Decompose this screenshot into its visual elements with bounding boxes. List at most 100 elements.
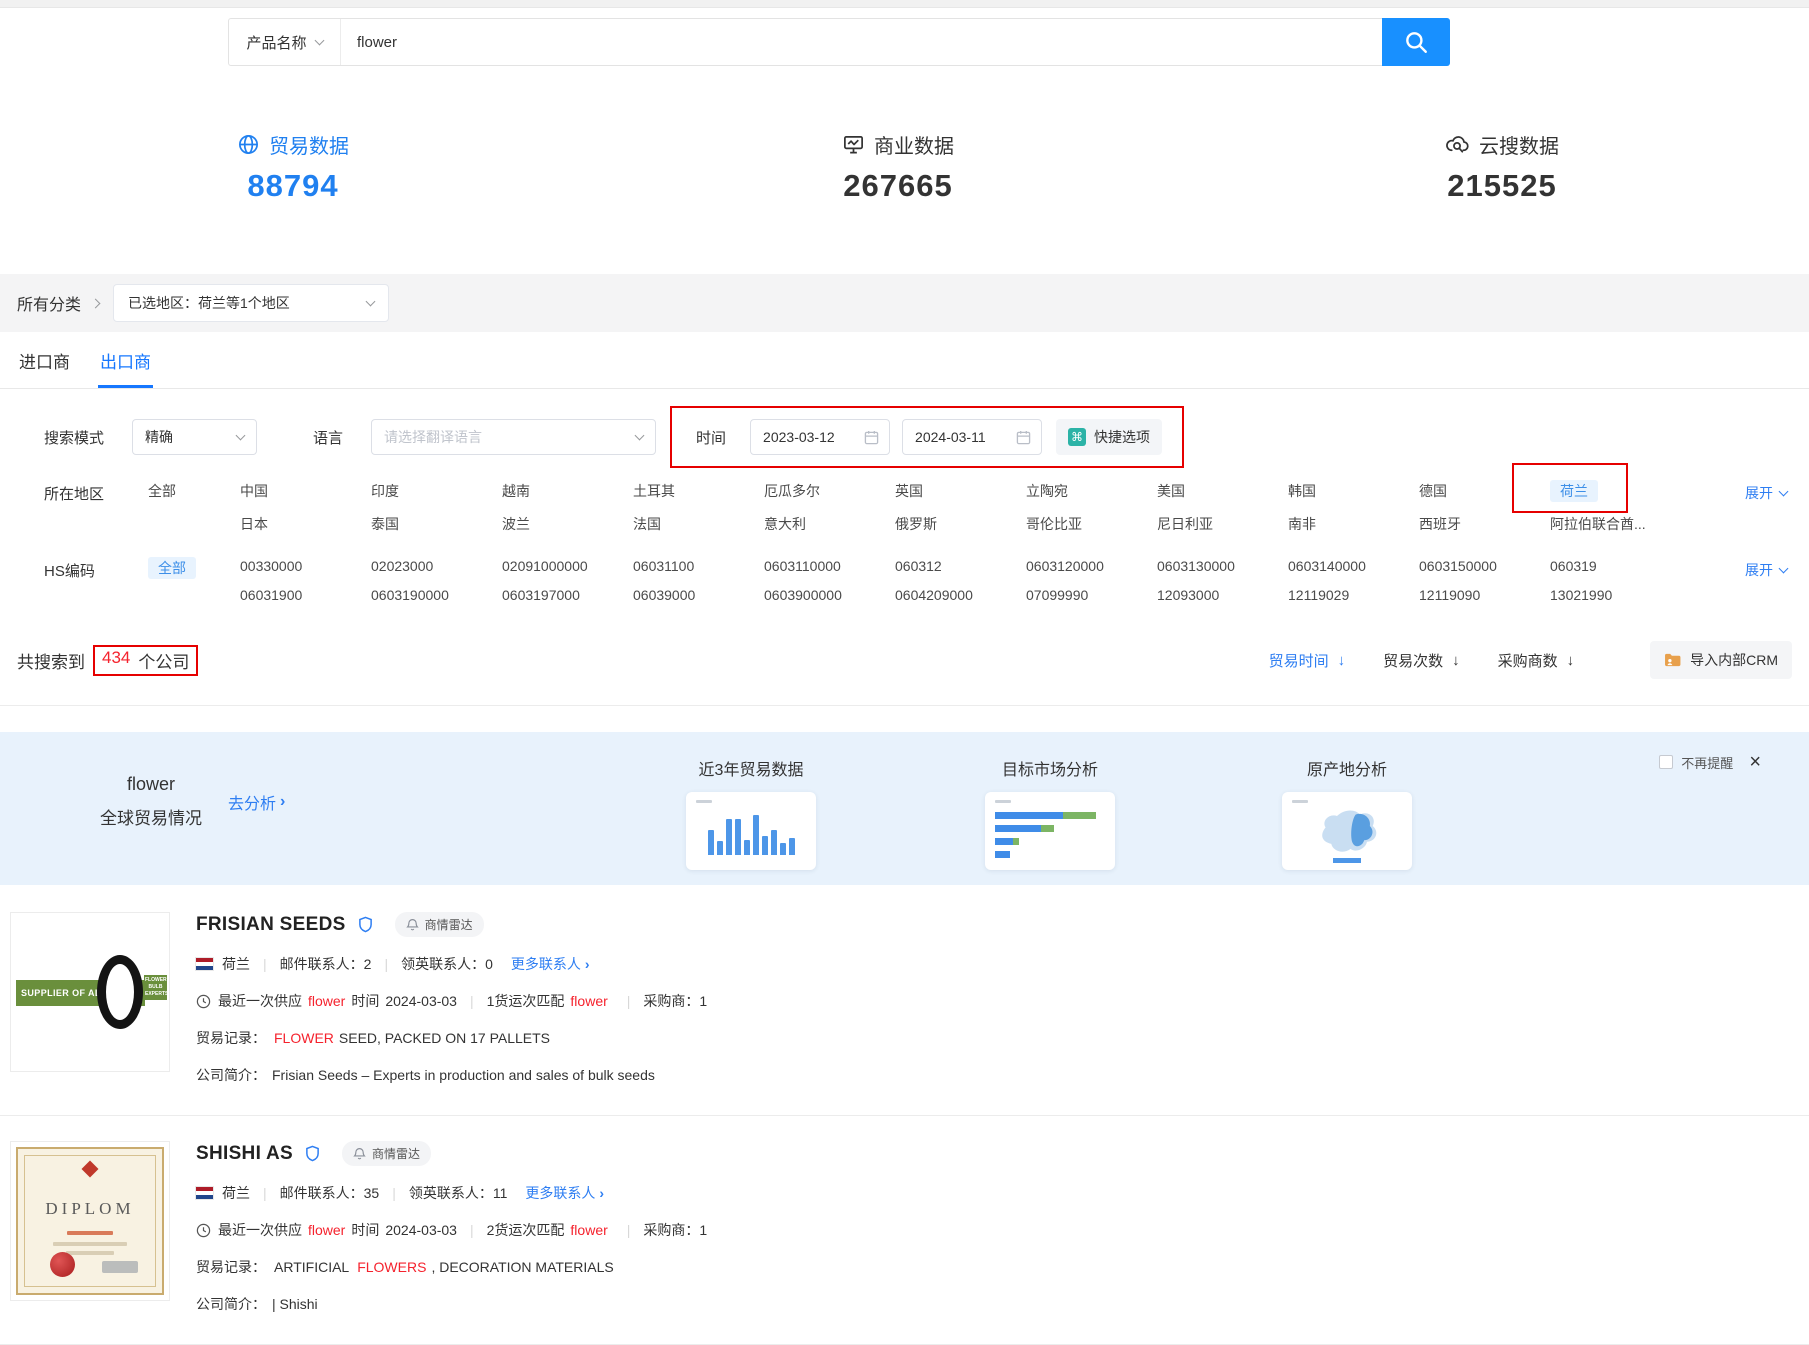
region-chip[interactable]: 印度 [371,481,399,501]
search-icon [1403,29,1429,55]
hbar-chart-thumbnail [985,792,1115,870]
hs-chip[interactable]: 06031100 [633,558,694,574]
hs-chip[interactable]: 0603197000 [502,587,580,603]
hs-chip[interactable]: 06039000 [633,587,695,603]
stat-trade-data[interactable]: 贸易数据 88794 [143,130,443,204]
import-crm-button[interactable]: 导入内部CRM [1650,641,1792,679]
hs-chip[interactable]: 12119029 [1288,587,1349,603]
region-chip[interactable]: 立陶宛 [1026,481,1068,501]
region-chip[interactable]: 日本 [240,514,268,534]
date-from-input[interactable]: 2023-03-12 [750,419,890,455]
region-chip[interactable]: 哥伦比亚 [1026,514,1082,534]
language-select[interactable]: 请选择翻译语言 [371,419,656,455]
hs-chip[interactable]: 07099990 [1026,587,1088,603]
verified-shield-icon[interactable] [358,916,373,933]
tab-importer[interactable]: 进口商 [17,332,72,388]
region-chip[interactable]: 西班牙 [1419,514,1461,534]
hs-chip[interactable]: 0603130000 [1157,558,1235,574]
monitor-chart-icon [842,133,865,156]
stat-value: 88794 [143,168,443,204]
region-chip[interactable]: 尼日利亚 [1157,514,1213,534]
arrow-down-icon: ↓ [1452,652,1460,669]
hs-chip[interactable]: 0603190000 [371,587,449,603]
hs-chip[interactable]: 00330000 [240,558,302,574]
chevron-right-icon: › [585,956,590,972]
company-name[interactable]: SHISHI AS [196,1143,293,1165]
hs-chip[interactable]: 0603150000 [1419,558,1497,574]
banner-card-target-market[interactable]: 目标市场分析 [985,756,1115,870]
search-mode-select[interactable]: 精确 [132,419,257,455]
more-contacts-link[interactable]: 更多联系人 › [511,954,590,974]
tab-exporter[interactable]: 出口商 [98,332,153,388]
region-chip[interactable]: 韩国 [1288,481,1316,501]
search-input[interactable] [341,19,1382,65]
stat-business-data[interactable]: 商业数据 267665 [748,130,1048,204]
quick-options-button[interactable]: ⌘ 快捷选项 [1056,419,1162,455]
sort-trade-count[interactable]: 贸易次数 ↓ [1383,650,1460,671]
region-chip[interactable]: 德国 [1419,481,1447,501]
hs-chip[interactable]: 02023000 [371,558,433,574]
verified-shield-icon[interactable] [305,1145,320,1162]
region-chip[interactable]: 厄瓜多尔 [764,481,820,501]
region-chip-all[interactable]: 全部 [148,483,176,499]
calendar-icon [864,430,879,445]
hs-chip[interactable]: 0604209000 [895,587,973,603]
wax-seal-icon [50,1252,75,1277]
company-contacts-line: 荷兰 | 邮件联系人：2 | 领英联系人：0 更多联系人 › [196,954,707,974]
hs-chip[interactable]: 02091000000 [502,558,588,574]
netherlands-flag-icon [196,958,213,970]
region-chip[interactable]: 法国 [633,514,661,534]
time-filter-group: 时间 2023-03-12 2024-03-11 ⌘ 快捷选项 [696,419,1162,455]
sort-buyer-count[interactable]: 采购商数 ↓ [1498,650,1575,671]
sort-trade-time[interactable]: 贸易时间 ↓ [1269,650,1346,671]
selected-region-dropdown[interactable]: 已选地区：荷兰等1个地区 [113,284,389,322]
region-chip[interactable]: 意大利 [764,514,806,534]
stat-cloud-search-data[interactable]: 云搜数据 215525 [1352,130,1652,204]
region-chip[interactable]: 中国 [240,481,268,501]
company-name[interactable]: FRISIAN SEEDS [196,914,346,936]
hs-chip[interactable]: 0603120000 [1026,558,1104,574]
region-chip[interactable]: 波兰 [502,514,530,534]
hs-chip[interactable]: 060312 [895,558,942,574]
date-to-input[interactable]: 2024-03-11 [902,419,1042,455]
banner-card-origin[interactable]: 原产地分析 [1282,756,1412,870]
all-categories-link[interactable]: 所有分类 [17,291,99,315]
search-button[interactable] [1382,18,1450,66]
dont-remind-checkbox[interactable] [1659,755,1673,769]
region-chip[interactable]: 美国 [1157,481,1185,501]
hs-chip[interactable]: 0603110000 [764,558,841,574]
hs-chip[interactable]: 0603140000 [1288,558,1366,574]
region-chip[interactable]: 南非 [1288,514,1316,534]
hs-chip[interactable]: 0603900000 [764,587,842,603]
more-contacts-link[interactable]: 更多联系人 › [525,1183,604,1203]
hs-chip[interactable]: 12093000 [1157,587,1219,603]
region-chip-selected[interactable]: 荷兰 [1550,480,1598,502]
go-analyze-link[interactable]: 去分析 › [228,790,285,814]
hs-expand-link[interactable]: 展开 [1745,560,1787,580]
banner-card-trade-history[interactable]: 近3年贸易数据 [686,756,816,870]
close-icon[interactable]: × [1749,752,1761,772]
chevron-down-icon [635,430,645,440]
company-profile-line: 公司简介： | Shishi [196,1294,707,1314]
stats-row: 贸易数据 88794 商业数据 267665 云搜数据 215525 [0,130,1809,204]
region-chip[interactable]: 越南 [502,481,530,501]
business-radar-badge[interactable]: 商情雷达 [395,912,484,937]
region-expand-link[interactable]: 展开 [1745,483,1787,503]
page-top-strip [0,0,1809,8]
region-chip[interactable]: 阿拉伯联合酋... [1550,514,1646,534]
hs-chip[interactable]: 060319 [1550,558,1597,574]
region-chip[interactable]: 泰国 [371,514,399,534]
search-category-select[interactable]: 产品名称 [229,19,341,65]
results-prefix: 共搜索到 [17,648,85,673]
bar-chart-thumbnail [686,792,816,870]
region-chip[interactable]: 俄罗斯 [895,514,937,534]
clock-icon [196,1223,211,1238]
region-chip[interactable]: 英国 [895,481,923,501]
hs-chip-all[interactable]: 全部 [148,557,196,579]
hs-chip[interactable]: 06031900 [240,587,302,603]
results-header: 共搜索到 434 个公司 贸易时间 ↓ 贸易次数 ↓ 采购商数 ↓ 导入内部CR… [0,641,1809,706]
hs-chip[interactable]: 13021990 [1550,587,1612,603]
hs-chip[interactable]: 12119090 [1419,587,1480,603]
business-radar-badge[interactable]: 商情雷达 [342,1141,431,1166]
region-chip[interactable]: 土耳其 [633,481,675,501]
